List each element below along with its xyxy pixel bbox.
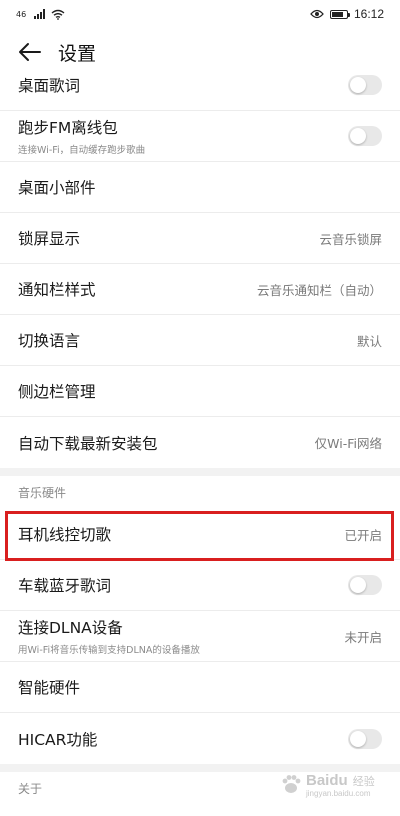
- setting-dlna-device[interactable]: 连接DLNA设备 用Wi-Fi将音乐传输到支持DLNA的设备播放 未开启: [0, 611, 400, 662]
- setting-headset-control[interactable]: 耳机线控切歌 已开启: [0, 509, 400, 560]
- setting-lockscreen-text: 锁屏显示: [18, 227, 80, 249]
- signal-icon: [34, 9, 46, 19]
- setting-auto-download-text: 自动下载最新安装包: [18, 432, 158, 454]
- row-value: 云音乐通知栏（自动）: [256, 282, 382, 298]
- row-label: 桌面小部件: [18, 179, 96, 197]
- setting-headset-text: 耳机线控切歌: [18, 523, 111, 545]
- watermark-brand: Baidu: [306, 772, 348, 789]
- row-label: HICAR功能: [18, 730, 98, 749]
- watermark-text: Baidu 经验 jingyan.baidu.com: [306, 770, 375, 798]
- battery-icon: [329, 9, 350, 19]
- watermark-cn: 经验: [352, 775, 375, 788]
- row-label: 通知栏样式: [18, 281, 96, 299]
- setting-hicar-text: HICAR功能: [18, 728, 97, 750]
- network-type-label: 46: [16, 9, 27, 19]
- row-label: 桌面歌词: [18, 77, 81, 95]
- desktop-lyrics-toggle[interactable]: [348, 75, 382, 95]
- setting-running-fm-offline[interactable]: 跑步FM离线包 连接Wi-Fi，自动缓存跑步歌曲: [0, 111, 400, 162]
- toggle-knob: [350, 77, 366, 93]
- setting-switch-language[interactable]: 切换语言 默认: [0, 315, 400, 366]
- setting-car-bluetooth-lyrics[interactable]: 车载蓝牙歌词: [0, 560, 400, 611]
- row-label: 锁屏显示: [18, 230, 81, 248]
- row-value: 云音乐锁屏: [319, 231, 382, 247]
- setting-lockscreen-display[interactable]: 锁屏显示 云音乐锁屏: [0, 213, 400, 264]
- status-time: 16:12: [353, 7, 384, 21]
- car-bluetooth-lyrics-toggle[interactable]: [348, 575, 382, 595]
- status-right: 16:12: [310, 7, 384, 21]
- row-subtitle: 连接Wi-Fi，自动缓存跑步歌曲: [18, 145, 146, 156]
- eye-icon: [310, 9, 324, 19]
- row-value: 默认: [356, 333, 382, 349]
- row-label: 智能硬件: [18, 679, 81, 697]
- setting-desktop-widget[interactable]: 桌面小部件: [0, 162, 400, 213]
- arrow-left-icon: [19, 43, 41, 61]
- setting-running-fm-text: 跑步FM离线包 连接Wi-Fi，自动缓存跑步歌曲: [18, 116, 145, 156]
- settings-list: 桌面歌词 跑步FM离线包 连接Wi-Fi，自动缓存跑步歌曲 桌面小部件 锁屏显示…: [0, 60, 400, 805]
- setting-notification-style[interactable]: 通知栏样式 云音乐通知栏（自动）: [0, 264, 400, 315]
- setting-auto-download-update[interactable]: 自动下载最新安装包 仅Wi-Fi网络: [0, 417, 400, 468]
- status-bar: 46 16:12: [0, 0, 400, 28]
- paw-icon: [282, 775, 301, 793]
- watermark-url: jingyan.baidu.com: [306, 789, 371, 798]
- section-header-music-hardware: 音乐硬件: [18, 486, 67, 500]
- setting-desktop-lyrics[interactable]: 桌面歌词: [0, 60, 400, 111]
- setting-smart-hardware[interactable]: 智能硬件: [0, 662, 400, 713]
- toggle-knob: [350, 730, 366, 747]
- setting-notification-text: 通知栏样式: [18, 278, 96, 300]
- setting-sidebar-management[interactable]: 侧边栏管理: [0, 366, 400, 417]
- row-label: 侧边栏管理: [18, 383, 96, 401]
- row-label: 跑步FM离线包: [18, 119, 118, 137]
- section-divider: [0, 468, 400, 476]
- row-subtitle: 用Wi-Fi将音乐传输到支持DLNA的设备播放: [18, 645, 200, 656]
- setting-desktop-widget-text: 桌面小部件: [18, 176, 96, 198]
- hicar-toggle[interactable]: [348, 728, 382, 749]
- baidu-watermark: Baidu 经验 jingyan.baidu.com: [280, 760, 395, 808]
- setting-hicar[interactable]: HICAR功能: [0, 713, 400, 764]
- row-value: 已开启: [344, 527, 382, 543]
- row-value: 仅Wi-Fi网络: [314, 436, 382, 451]
- row-label: 切换语言: [18, 332, 81, 350]
- setting-desktop-lyrics-text: 桌面歌词: [18, 74, 80, 96]
- toggle-knob: [350, 577, 366, 593]
- row-label: 连接DLNA设备: [18, 619, 123, 637]
- setting-smart-hardware-text: 智能硬件: [18, 676, 80, 698]
- wifi-icon: [51, 9, 65, 20]
- toggle-knob: [350, 128, 366, 144]
- setting-dlna-text: 连接DLNA设备 用Wi-Fi将音乐传输到支持DLNA的设备播放: [18, 616, 200, 656]
- row-label: 耳机线控切歌: [18, 526, 112, 544]
- setting-language-text: 切换语言: [18, 329, 80, 351]
- setting-sidebar-text: 侧边栏管理: [18, 380, 96, 402]
- row-label: 自动下载最新安装包: [18, 434, 158, 453]
- row-value: 未开启: [344, 629, 382, 645]
- row-label: 车载蓝牙歌词: [18, 577, 112, 595]
- running-fm-toggle[interactable]: [348, 126, 382, 146]
- setting-car-bluetooth-text: 车载蓝牙歌词: [18, 574, 111, 596]
- status-left: 46: [16, 9, 65, 20]
